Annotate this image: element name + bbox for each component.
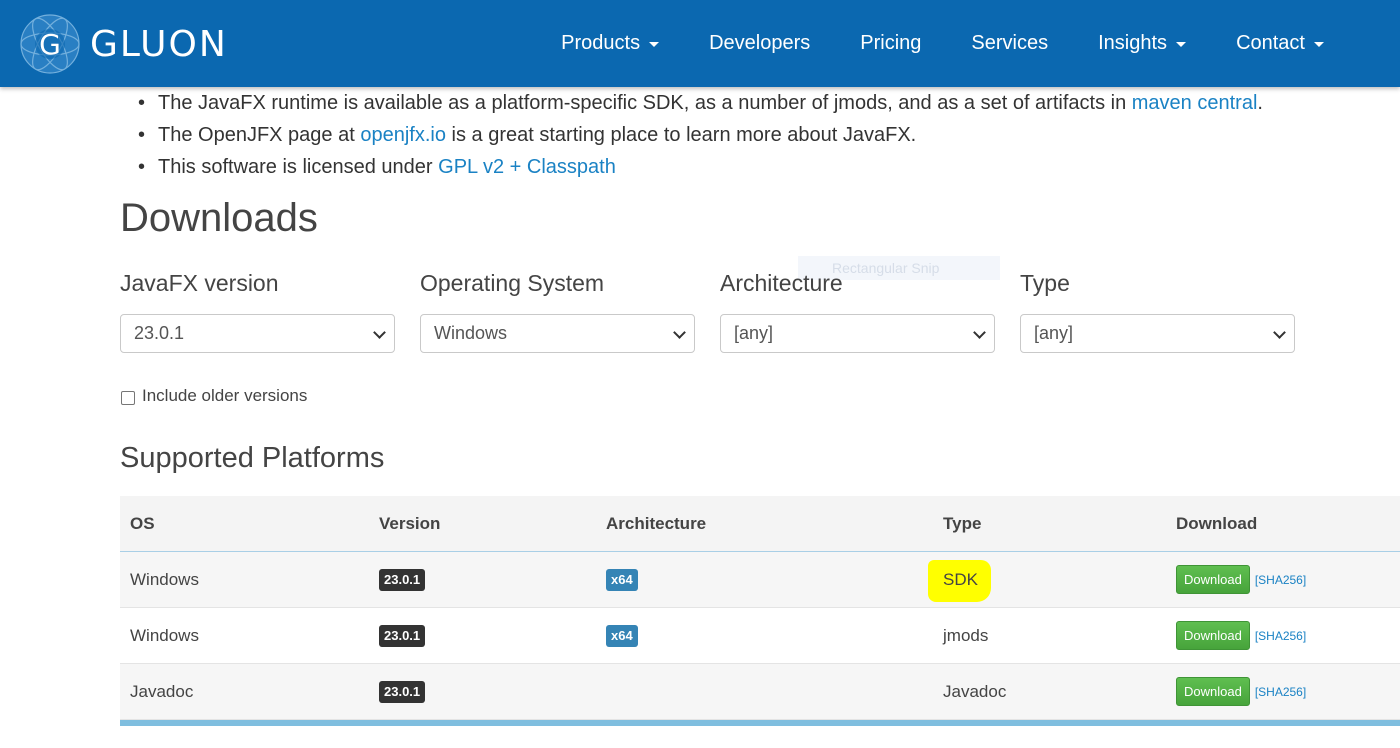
cell-version: 23.0.1 xyxy=(379,608,426,663)
table-row: Javadoc 23.0.1 Javadoc Download [SHA256] xyxy=(120,664,1400,720)
col-version: Version xyxy=(379,514,441,533)
caret-down-icon xyxy=(1314,42,1324,47)
bullet-text: is a great starting place to learn more … xyxy=(445,124,917,146)
bullet-text: This software is licensed under xyxy=(158,156,439,178)
chevron-down-icon xyxy=(973,326,986,339)
top-navbar: G GLUON Products Developers Pricing Serv… xyxy=(0,0,1400,87)
cell-os: Javadoc xyxy=(130,682,194,701)
table-header: OS Version Architecture Type Download xyxy=(120,496,1400,552)
select-value: [any] xyxy=(1034,323,1074,343)
intro-bullets: The JavaFX runtime is available as a pla… xyxy=(138,87,1263,183)
cell-type: SDK xyxy=(943,570,978,589)
col-type: Type xyxy=(943,514,982,533)
brand-name: GLUON xyxy=(90,23,228,65)
nav-developers[interactable]: Developers xyxy=(709,32,810,55)
include-older-label: Include older versions xyxy=(142,386,308,405)
cell-version: 23.0.1 xyxy=(379,552,426,607)
openjfx-link[interactable]: openjfx.io xyxy=(360,124,446,146)
nav-insights-label: Insights xyxy=(1098,32,1168,54)
select-value: 23.0.1 xyxy=(134,323,185,343)
cell-type: Javadoc xyxy=(943,682,1007,701)
nav-pricing-label: Pricing xyxy=(860,32,922,54)
cell-architecture: x64 xyxy=(606,552,638,607)
arch-badge: x64 xyxy=(606,568,638,591)
chevron-down-icon xyxy=(673,326,686,339)
filter-label: JavaFX version xyxy=(120,270,279,296)
version-badge: 23.0.1 xyxy=(379,624,426,647)
cell-version: 23.0.1 xyxy=(379,664,426,719)
bullet-openjfx: The OpenJFX page at openjfx.io is a grea… xyxy=(138,119,1263,151)
main-nav: Products Developers Pricing Services Ins… xyxy=(561,0,1324,87)
type-select[interactable]: [any] xyxy=(1020,314,1295,353)
filter-type: Type [any] xyxy=(1020,268,1295,353)
nav-services[interactable]: Services xyxy=(971,32,1048,55)
nav-contact-label: Contact xyxy=(1236,32,1305,54)
arch-badge: x64 xyxy=(606,624,638,647)
select-value: Windows xyxy=(434,323,508,343)
bullet-text: The OpenJFX page at xyxy=(158,124,361,146)
bullet-text: . xyxy=(1257,92,1263,114)
sha256-link[interactable]: [SHA256] xyxy=(1255,573,1306,587)
version-badge: 23.0.1 xyxy=(379,680,426,703)
cell-architecture: x64 xyxy=(606,608,638,663)
col-download: Download xyxy=(1176,514,1258,533)
caret-down-icon xyxy=(1176,42,1187,47)
operating-system-select[interactable]: Windows xyxy=(420,314,695,353)
license-link[interactable]: GPL v2 + Classpath xyxy=(438,156,616,178)
bullet-runtime: The JavaFX runtime is available as a pla… xyxy=(138,87,1263,119)
download-button[interactable]: Download xyxy=(1176,564,1250,594)
include-older-checkbox[interactable] xyxy=(121,390,135,405)
cell-download: Download [SHA256] xyxy=(1176,552,1306,607)
sha256-link[interactable]: [SHA256] xyxy=(1255,629,1306,643)
select-value: [any] xyxy=(734,323,774,343)
cell-download: Download [SHA256] xyxy=(1176,608,1306,663)
filter-operating-system: Operating System Windows xyxy=(420,268,695,353)
downloads-title: Downloads xyxy=(120,196,318,240)
chevron-down-icon xyxy=(373,326,386,339)
col-architecture: Architecture xyxy=(606,514,707,533)
col-os: OS xyxy=(130,514,155,533)
version-badge: 23.0.1 xyxy=(379,568,426,591)
filter-label: Type xyxy=(1020,270,1070,296)
cell-type: jmods xyxy=(943,626,989,645)
maven-central-link[interactable]: maven central xyxy=(1132,92,1258,114)
logo-letter: G xyxy=(39,28,61,61)
filter-label: Operating System xyxy=(420,270,605,296)
nav-developers-label: Developers xyxy=(709,32,811,54)
filter-javafx-version: JavaFX version 23.0.1 xyxy=(120,268,395,353)
nav-pricing[interactable]: Pricing xyxy=(860,32,921,55)
sha256-link[interactable]: [SHA256] xyxy=(1255,685,1306,699)
supported-platforms-title: Supported Platforms xyxy=(120,442,385,474)
include-older-option[interactable]: Include older versions xyxy=(121,386,307,406)
download-button[interactable]: Download xyxy=(1176,676,1250,706)
filter-architecture: Architecture [any] xyxy=(720,268,995,353)
gluon-logo[interactable]: G GLUON xyxy=(18,13,228,75)
gluon-logo-icon: G xyxy=(18,13,82,75)
platforms-table: OS Version Architecture Type Download Wi… xyxy=(120,496,1400,726)
cell-os: Windows xyxy=(130,570,199,589)
caret-down-icon xyxy=(649,42,660,47)
cell-os: Windows xyxy=(130,626,199,645)
nav-products-label: Products xyxy=(561,32,641,54)
architecture-select[interactable]: [any] xyxy=(720,314,995,353)
nav-contact[interactable]: Contact xyxy=(1236,32,1324,55)
bullet-license: This software is licensed under GPL v2 +… xyxy=(138,151,1263,183)
table-row: Windows 23.0.1 x64 SDK Download [SHA256] xyxy=(120,552,1400,608)
nav-services-label: Services xyxy=(971,32,1049,54)
filter-label: Architecture xyxy=(720,270,843,296)
table-bottom-border xyxy=(120,720,1400,726)
nav-insights[interactable]: Insights xyxy=(1098,32,1187,55)
nav-products[interactable]: Products xyxy=(561,32,660,55)
cell-download: Download [SHA256] xyxy=(1176,664,1306,719)
table-row: Windows 23.0.1 x64 jmods Download [SHA256… xyxy=(120,608,1400,664)
javafx-version-select[interactable]: 23.0.1 xyxy=(120,314,395,353)
chevron-down-icon xyxy=(1273,326,1286,339)
bullet-text: The JavaFX runtime is available as a pla… xyxy=(158,92,1132,114)
download-button[interactable]: Download xyxy=(1176,620,1250,650)
